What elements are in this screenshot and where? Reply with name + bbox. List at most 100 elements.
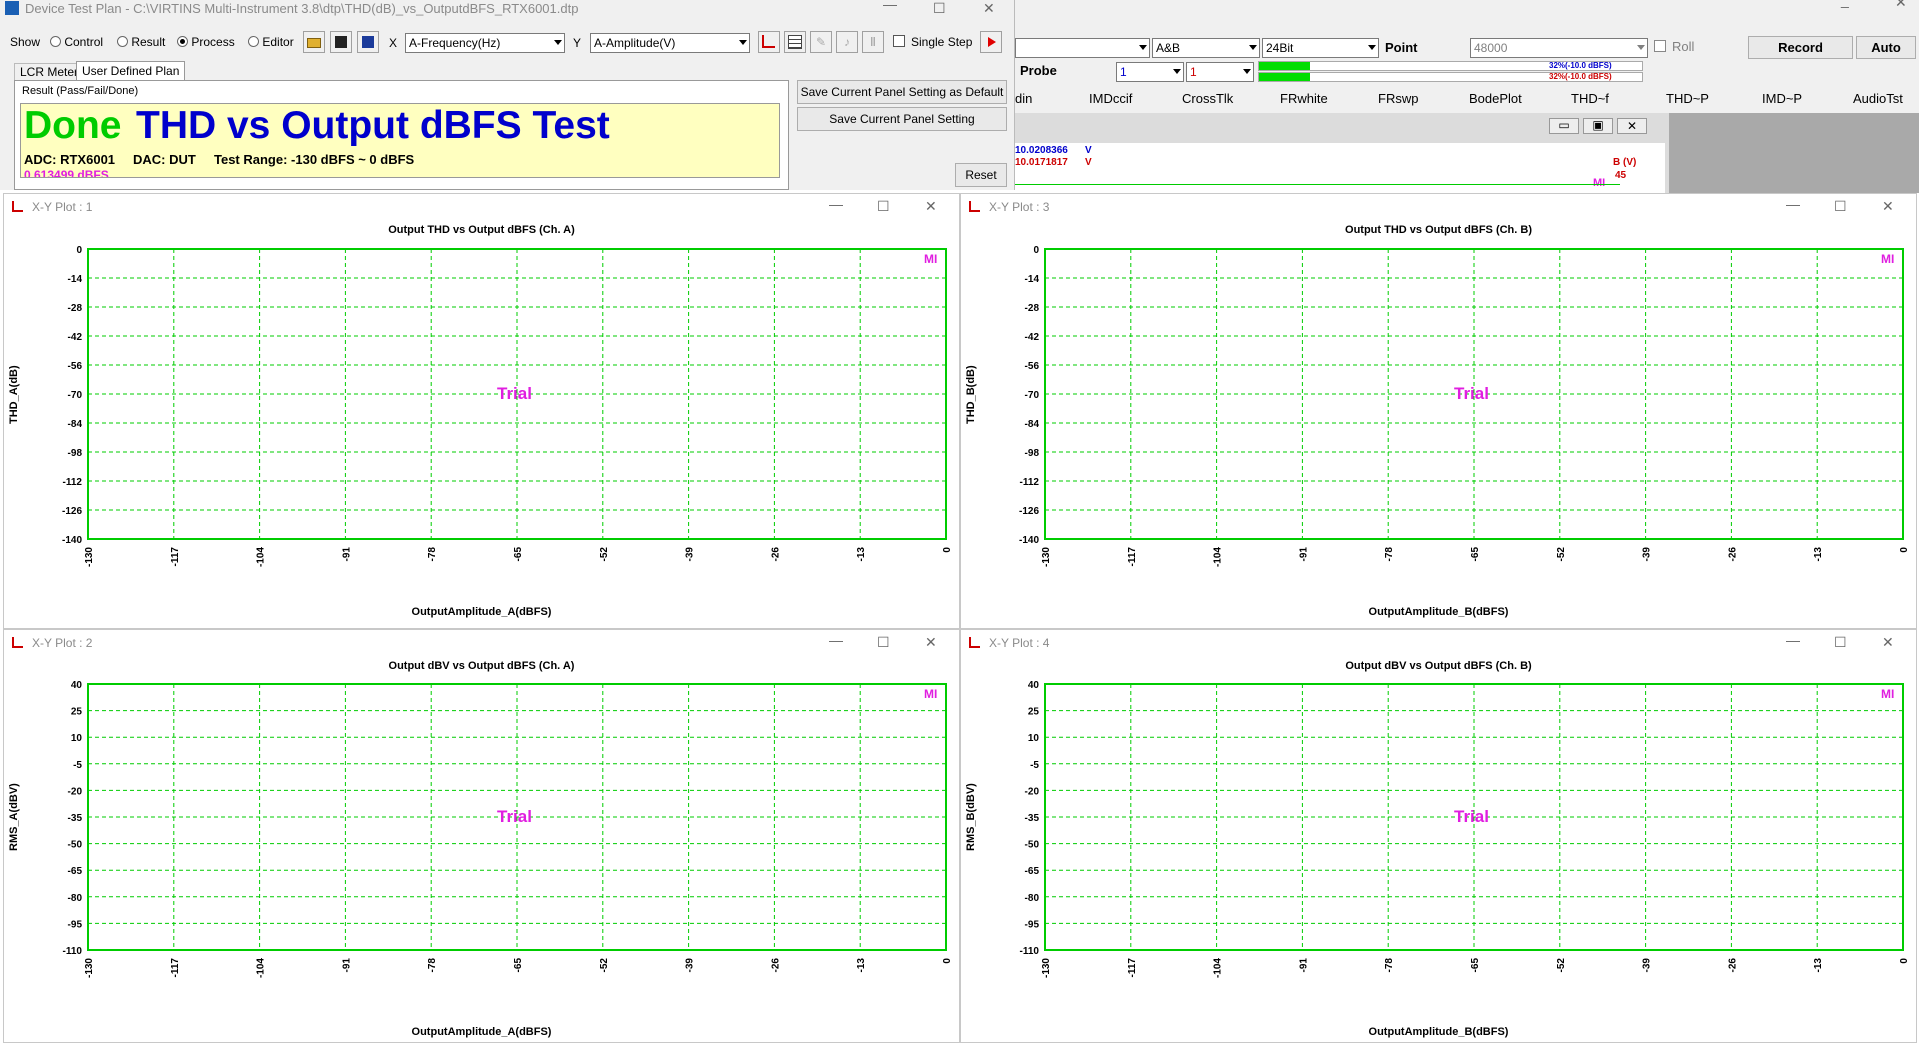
x-tick-label: -104 — [1213, 547, 1224, 567]
level-meter-a: 32%(-10.0 dBFS) — [1258, 61, 1643, 71]
toolbar-item-frswp[interactable]: FRswp — [1378, 91, 1418, 106]
channel-select[interactable]: A&B — [1152, 38, 1260, 58]
probe-a-select[interactable]: 1 — [1116, 62, 1184, 82]
x-axis-select[interactable]: A-Frequency(Hz) — [405, 33, 565, 53]
y-axis-select[interactable]: A-Amplitude(V) — [590, 33, 750, 53]
run-icon[interactable] — [980, 31, 1002, 53]
x-tick-label: -65 — [1470, 547, 1481, 562]
toolbar-item-audiotst[interactable]: AudioTst — [1853, 91, 1903, 106]
background-scope-close-icon[interactable]: ✕ — [1617, 118, 1647, 134]
background-right-panel — [1670, 113, 1919, 193]
point-select[interactable]: 48000 — [1470, 38, 1648, 58]
y-tick-label: 10 — [71, 733, 83, 744]
pause-icon[interactable]: ‖ — [862, 31, 884, 53]
toolbar-item-thd-f[interactable]: THD~f — [1571, 91, 1609, 106]
toolbar-item-partial[interactable]: din — [1015, 91, 1032, 106]
roll-label: Roll — [1672, 39, 1695, 54]
save-default-button[interactable]: Save Current Panel Setting as Default — [797, 80, 1007, 104]
chart-svg: -130 -117 -104 -91 -78 -65 -52 -39 -26 -13 0402510… — [63, 680, 953, 978]
single-step-checkbox[interactable] — [893, 35, 905, 47]
y-tick-label: -84 — [68, 419, 83, 430]
x-tick-label: -39 — [1642, 958, 1653, 973]
background-scope-minimize-icon[interactable]: ▭ — [1549, 118, 1579, 134]
y-tick-label: -50 — [1025, 840, 1040, 851]
x-tick-label: -104 — [256, 547, 267, 567]
radio-control[interactable]: Control — [50, 35, 103, 49]
x-tick-label: -65 — [513, 547, 524, 562]
y-tick-label: -65 — [1025, 866, 1040, 877]
x-tick-label: -130 — [84, 547, 95, 567]
open-folder-icon[interactable] — [303, 31, 325, 53]
y-axis-title: RMS_B(dBV) — [965, 783, 977, 851]
save-as-icon[interactable] — [357, 31, 379, 53]
y-tick-label: -126 — [1019, 506, 1039, 517]
bg-mi-logo: MI — [1593, 177, 1606, 189]
y-tick-label: -112 — [1020, 477, 1040, 488]
y-tick-label: -56 — [68, 361, 83, 372]
dtp-close-icon[interactable]: ✕ — [983, 0, 995, 17]
tab-user-defined-plan[interactable]: User Defined Plan — [76, 61, 186, 80]
x-tick-label: 0 — [942, 547, 953, 553]
toolbar-item-bodeplot[interactable]: BodePlot — [1469, 91, 1522, 106]
speaker-icon[interactable]: ♪ — [836, 31, 858, 53]
roll-checkbox[interactable] — [1654, 40, 1666, 52]
main-minimize-icon[interactable]: _ — [1841, 0, 1849, 8]
chart-svg: -130 -117 -104 -91 -78 -65 -52 -39 -26 -13 00-14-2… — [62, 245, 953, 567]
x-tick-label: -130 — [1041, 958, 1052, 978]
x-tick-label: -104 — [256, 958, 267, 978]
xy-plot-icon[interactable] — [758, 31, 780, 53]
reset-button[interactable]: Reset — [955, 163, 1007, 187]
background-scope-restore-icon[interactable]: ▣ — [1583, 118, 1613, 134]
radio-process[interactable]: Process — [177, 35, 235, 49]
y-tick-label: 25 — [71, 707, 83, 718]
main-top-left-select[interactable] — [1015, 38, 1150, 58]
mi-logo: MI — [1881, 687, 1895, 701]
probe-b-select[interactable]: 1 — [1186, 62, 1254, 82]
toolbar-item-imdccif[interactable]: IMDccif — [1089, 91, 1132, 106]
bg-b-axis-label: B (V) — [1613, 157, 1637, 168]
main-close-icon[interactable]: ✕ — [1895, 0, 1907, 11]
x-tick-label: -26 — [770, 547, 781, 562]
x-tick-label: -130 — [1041, 547, 1052, 567]
y-tick-label: -95 — [68, 919, 83, 930]
x-tick-label: -104 — [1213, 958, 1224, 978]
mi-logo: MI — [1881, 252, 1895, 266]
y-tick-label: -56 — [1025, 361, 1040, 372]
xy-plot-window-1: X-Y Plot : 1— ☐ ✕ Output THD vs Output dBFS… — [3, 193, 960, 629]
toolbar-item-thd-p[interactable]: THD~P — [1666, 91, 1709, 106]
toolbar-item-crosstlk[interactable]: CrossTlk — [1182, 91, 1233, 106]
y-tick-label: 10 — [1028, 733, 1040, 744]
tab-lcr-meter[interactable]: LCR Meter — [14, 63, 85, 80]
y-axis-title: THD_B(dB) — [965, 364, 977, 424]
x-axis-title: OutputAmplitude_B(dBFS) — [1368, 606, 1509, 618]
x-tick-label: -78 — [1384, 547, 1395, 562]
tools-icon[interactable]: ✎ — [810, 31, 832, 53]
radio-process-dot — [177, 36, 188, 47]
dtp-maximize-icon[interactable]: ☐ — [933, 0, 946, 17]
y-tick-label: -70 — [68, 390, 83, 401]
bg-unit-a: V — [1085, 145, 1092, 156]
point-label: Point — [1385, 40, 1418, 55]
toolbar-item-frwhite[interactable]: FRwhite — [1280, 91, 1328, 106]
dtp-minimize-icon[interactable]: — — [883, 0, 897, 12]
xy-plot-window-2: X-Y Plot : 2— ☐ ✕ Output dBV vs Output dBFS… — [3, 629, 960, 1043]
y-tick-label: -35 — [68, 813, 83, 824]
toolbar-item-imd-p[interactable]: IMD~P — [1762, 91, 1802, 106]
radio-editor[interactable]: Editor — [248, 35, 294, 49]
level-meter-b-fill — [1259, 73, 1311, 81]
radio-result[interactable]: Result — [117, 35, 165, 49]
table-icon[interactable] — [784, 31, 806, 53]
x-tick-label: -26 — [1727, 547, 1738, 562]
auto-button[interactable]: Auto — [1856, 36, 1916, 59]
probe-b-value: 1 — [1190, 65, 1197, 79]
floppy-blue-shape — [362, 36, 374, 48]
y-tick-label: 25 — [1028, 707, 1040, 718]
test-title: THD vs Output dBFS Test — [136, 104, 610, 147]
save-icon[interactable] — [330, 31, 352, 53]
x-tick-label: -91 — [341, 547, 352, 562]
y-tick-label: 40 — [71, 680, 83, 691]
save-setting-button[interactable]: Save Current Panel Setting — [797, 107, 1007, 131]
bit-select[interactable]: 24Bit — [1262, 38, 1379, 58]
background-scope-window: ▭ ▣ ✕ 10.0208366 V 10.0171817 V B (V) 45… — [1015, 113, 1670, 193]
record-button[interactable]: Record — [1748, 36, 1853, 59]
